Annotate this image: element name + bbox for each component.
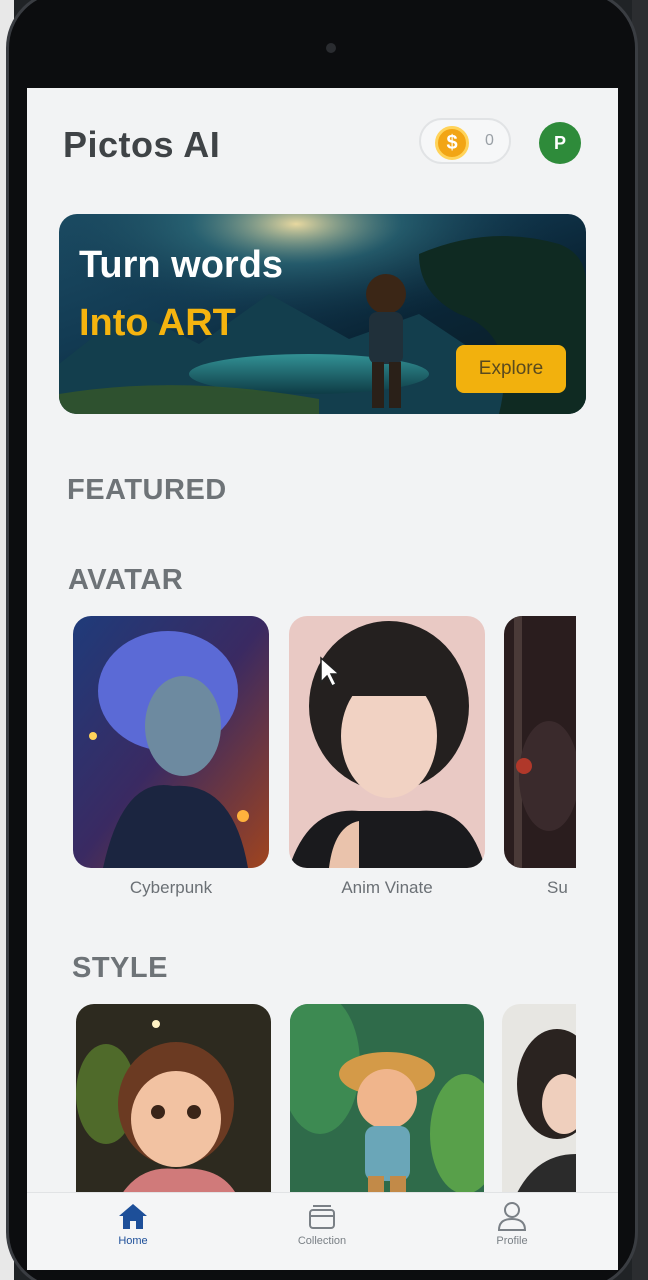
anime-girl-image xyxy=(289,616,485,868)
section-featured: FEATURED xyxy=(67,474,227,506)
app-title: Pictos AI xyxy=(63,124,221,165)
section-style: STYLE xyxy=(72,952,168,984)
profile-avatar[interactable]: P xyxy=(539,122,581,164)
banner-subheadline: Into ART xyxy=(79,302,236,344)
front-camera xyxy=(326,43,336,53)
style-card[interactable] xyxy=(290,1004,484,1204)
mouse-cursor-icon xyxy=(320,656,341,688)
avatar-card-partial[interactable] xyxy=(504,616,576,868)
section-avatar: AVATAR xyxy=(68,564,184,596)
nav-collection[interactable]: Collection xyxy=(262,1201,382,1265)
hero-banner: Turn words Into ART Explore xyxy=(59,214,586,414)
app-screen: Pictos AI $ 0 P Turn words Into ART Expl… xyxy=(27,88,618,1270)
style-card[interactable] xyxy=(76,1004,271,1204)
banner-headline: Turn words xyxy=(79,244,284,286)
avatar-card-cyberpunk[interactable] xyxy=(73,616,269,868)
nav-profile[interactable]: Profile xyxy=(452,1201,572,1265)
cartoon-explorer-image xyxy=(290,1004,484,1204)
avatar-card-label: Anim Vinate xyxy=(341,878,433,897)
avatar-card-label: Su xyxy=(547,878,568,897)
profile-icon xyxy=(497,1202,527,1231)
bottom-navigation: Home Collection Profile xyxy=(27,1192,618,1270)
coin-count: 0 xyxy=(485,132,494,149)
nav-home-label: Home xyxy=(118,1235,148,1247)
home-icon xyxy=(119,1204,147,1229)
explore-button[interactable]: Explore xyxy=(456,345,566,393)
style-card[interactable] xyxy=(502,1004,576,1204)
nav-profile-label: Profile xyxy=(496,1235,528,1247)
photo-background: Pictos AI $ 0 P Turn words Into ART Expl… xyxy=(0,0,648,1280)
avatar-card-label: Cyberpunk xyxy=(129,878,213,897)
coin-balance-button[interactable]: $ 0 xyxy=(419,118,511,164)
dollar-coin-icon: $ xyxy=(435,126,469,160)
style-partial-image xyxy=(502,1004,576,1204)
avatar-partial-image xyxy=(504,616,576,868)
nav-collection-label: Collection xyxy=(297,1235,347,1247)
nav-home[interactable]: Home xyxy=(73,1201,193,1265)
collection-icon xyxy=(309,1205,335,1229)
cyberpunk-image xyxy=(73,616,269,868)
cartoon-girl-image xyxy=(76,1004,271,1204)
avatar-card-anim-vinate[interactable] xyxy=(289,616,485,868)
